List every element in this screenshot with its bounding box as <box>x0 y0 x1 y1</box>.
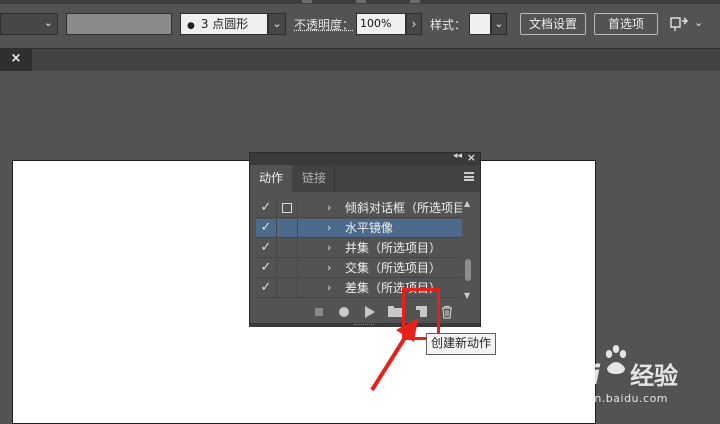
collapse-panel-icon[interactable]: ◂◂ <box>453 151 462 161</box>
panel-title-bar[interactable]: ◂◂ × <box>250 151 480 165</box>
tooltip: 创建新动作 <box>426 333 497 355</box>
trash-icon[interactable] <box>440 305 456 319</box>
dialog-toggle[interactable] <box>277 199 298 217</box>
chevron-right-icon[interactable]: › <box>327 199 331 217</box>
checkmark-icon[interactable]: ✓ <box>256 259 277 277</box>
play-icon[interactable] <box>362 305 378 319</box>
document-setup-button[interactable]: 文档设置 <box>520 13 586 35</box>
annotation-arrow-icon <box>370 318 418 392</box>
variable-width-profile-dropdown[interactable]: ● 3 点圆形 <box>180 13 268 35</box>
chevron-right-icon[interactable]: › <box>327 279 331 297</box>
arrange-icon <box>670 17 688 31</box>
panel-menu-icon[interactable] <box>464 172 474 181</box>
opacity-expand-arrow[interactable]: › <box>406 13 422 35</box>
stroke-weight-field[interactable] <box>66 13 172 35</box>
panel-bottom-toolbar <box>250 301 480 323</box>
close-icon[interactable]: × <box>0 49 32 71</box>
control-bar: ⌄ ● 3 点圆形 ⌄ 不透明度： 100% › 样式： ⌄ 文档设置 首选项 ⌄ <box>0 0 720 48</box>
folder-icon[interactable] <box>387 305 403 319</box>
graphic-style-swatch[interactable] <box>469 13 491 35</box>
opacity-input[interactable]: 100% <box>356 13 406 35</box>
chevron-right-icon[interactable]: › <box>327 219 331 237</box>
list-item[interactable]: ✓ › 并集（所选项目） <box>256 239 462 258</box>
action-label: 水平镜像 <box>345 221 394 235</box>
dialog-toggle[interactable] <box>277 279 298 297</box>
scroll-thumb[interactable] <box>465 259 471 281</box>
baidu-watermark: Bai 经验 jingyan.baidu.com <box>552 345 718 422</box>
chevron-right-icon[interactable]: › <box>327 239 331 257</box>
checkmark-icon[interactable]: ✓ <box>256 219 277 237</box>
panel-tabs: 动作 链接 <box>250 165 480 192</box>
scrollbar[interactable]: ▲ ▼ <box>463 199 473 301</box>
chevron-down-icon: ⌄ <box>694 16 704 29</box>
tab-actions[interactable]: 动作 <box>250 165 292 192</box>
action-label: 交集（所选项目） <box>345 261 442 275</box>
list-item[interactable]: ✓ › 水平镜像 <box>256 219 462 238</box>
top-strip <box>0 0 720 4</box>
checkmark-icon[interactable]: ✓ <box>256 199 277 217</box>
close-icon[interactable]: × <box>467 151 476 164</box>
dialog-toggle[interactable] <box>277 239 298 257</box>
style-chevron[interactable]: ⌄ <box>491 13 507 35</box>
list-item[interactable]: ✓ › 倾斜对话框（所选项目） <box>256 199 462 218</box>
checkmark-icon[interactable]: ✓ <box>256 279 277 297</box>
actions-panel: ◂◂ × 动作 链接 ✓ › 倾斜对话框（所选项目） ✓ › 水平镜像 ✓ › … <box>249 151 481 327</box>
record-icon[interactable] <box>337 305 353 319</box>
panel-resize-grip[interactable] <box>250 323 480 327</box>
paw-icon <box>605 345 627 374</box>
watermark-url: jingyan.baidu.com <box>558 392 669 405</box>
checkmark-icon[interactable]: ✓ <box>256 239 277 257</box>
dialog-toggle[interactable] <box>277 259 298 277</box>
scroll-up-icon[interactable]: ▲ <box>464 199 470 208</box>
action-label: 倾斜对话框（所选项目） <box>345 201 462 215</box>
chevron-down-icon: ⌄ <box>43 16 53 29</box>
list-item[interactable]: ✓ › 交集（所选项目） <box>256 259 462 278</box>
stroke-profile-label: 3 点圆形 <box>200 17 249 31</box>
style-label: 样式： <box>430 18 467 32</box>
action-label: 并集（所选项目） <box>345 241 442 255</box>
chevron-right-icon[interactable]: › <box>327 259 331 277</box>
actions-list: ✓ › 倾斜对话框（所选项目） ✓ › 水平镜像 ✓ › 并集（所选项目） ✓ … <box>256 199 462 301</box>
dialog-toggle[interactable] <box>277 219 298 237</box>
tab-links[interactable]: 链接 <box>294 165 335 192</box>
dialog-icon <box>282 203 292 213</box>
fill-dropdown[interactable]: ⌄ <box>0 13 58 35</box>
preferences-button[interactable]: 首选项 <box>594 13 658 35</box>
arrange-documents-icon[interactable]: ⌄ <box>668 13 708 35</box>
stop-icon[interactable] <box>312 305 328 319</box>
document-tab-bar: × <box>0 48 720 71</box>
scroll-down-icon[interactable]: ▼ <box>464 291 470 300</box>
dot-icon: ● <box>187 21 195 31</box>
opacity-label[interactable]: 不透明度： <box>294 16 354 33</box>
stroke-profile-chevron[interactable]: ⌄ <box>268 13 286 35</box>
